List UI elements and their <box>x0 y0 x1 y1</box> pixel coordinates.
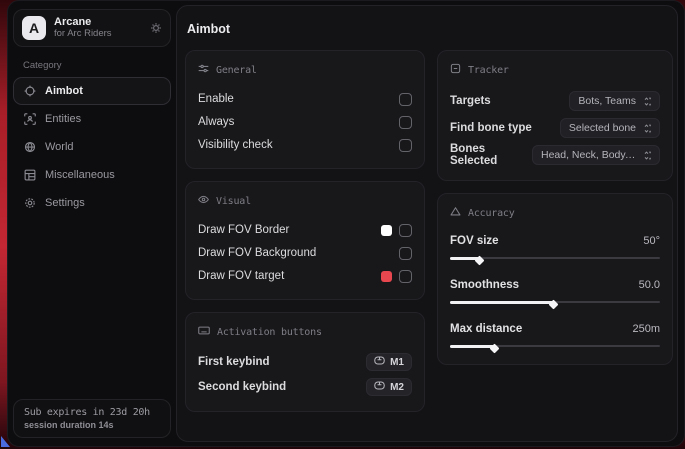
brand-title: Arcane <box>54 16 142 29</box>
smoothness-value: 50.0 <box>639 279 660 291</box>
keybind-row-second: Second keybind M2 <box>198 375 412 399</box>
setting-row-fov-border: Draw FOV Border <box>198 219 412 241</box>
sidebar-item-label: World <box>45 141 74 153</box>
sidebar-item-label: Miscellaneous <box>45 169 115 181</box>
fov-target-checkbox[interactable] <box>399 270 412 283</box>
visibility-check-checkbox[interactable] <box>399 139 412 152</box>
max-distance-slider[interactable] <box>450 342 660 350</box>
card-general: General Enable Always Visibility check <box>185 50 425 169</box>
entities-icon <box>24 113 36 125</box>
app-logo: A <box>22 16 46 40</box>
card-title: Accuracy <box>468 208 515 219</box>
card-title: Activation buttons <box>217 327 322 338</box>
tracker-row-find-bone: Find bone type Selected bone <box>450 115 660 141</box>
always-checkbox[interactable] <box>399 116 412 129</box>
sidebar-item-settings[interactable]: Settings <box>13 189 171 217</box>
slider-row-fov-size: FOV size 50° <box>450 231 660 262</box>
gear-icon <box>24 197 36 209</box>
tracker-row-targets: Targets Bots, Teams <box>450 88 660 114</box>
tracker-row-bones-selected: Bones Selected Head, Neck, Body, Pe.. <box>450 142 660 168</box>
setting-row-always: Always <box>198 111 412 133</box>
card-title: General <box>216 65 257 76</box>
brand-subtitle: for Arc Riders <box>54 29 142 40</box>
sidebar-item-world[interactable]: World <box>13 133 171 161</box>
page-title: Aimbot <box>187 22 669 36</box>
sidebar-item-miscellaneous[interactable]: Miscellaneous <box>13 161 171 189</box>
find-bone-type-dropdown[interactable]: Selected bone <box>560 118 660 138</box>
max-distance-value: 250m <box>632 323 660 335</box>
subscription-info: Sub expires in 23d 20h session duration … <box>13 399 171 438</box>
setting-row-visibility-check: Visibility check <box>198 134 412 156</box>
session-duration-text: session duration 14s <box>24 420 160 430</box>
fov-background-checkbox[interactable] <box>399 247 412 260</box>
sidebar-item-label: Aimbot <box>45 85 83 97</box>
enable-checkbox[interactable] <box>399 93 412 106</box>
sidebar: A Arcane for Arc Riders Category Aimbot <box>8 1 176 446</box>
grid-icon <box>24 169 36 181</box>
mouse-cursor <box>1 436 10 447</box>
category-label: Category <box>23 60 171 71</box>
color-swatch[interactable] <box>381 271 392 282</box>
crosshair-icon <box>24 85 36 97</box>
card-accuracy: Accuracy FOV size 50° <box>437 193 673 365</box>
mouse-icon <box>374 356 385 368</box>
slider-row-max-distance: Max distance 250m <box>450 319 660 350</box>
gear-icon[interactable] <box>150 22 162 34</box>
setting-row-fov-background: Draw FOV Background <box>198 242 412 264</box>
setting-row-enable: Enable <box>198 88 412 110</box>
keyboard-icon <box>198 323 210 341</box>
card-title: Visual <box>216 196 251 207</box>
first-keybind-button[interactable]: M1 <box>366 353 412 371</box>
world-icon <box>24 141 36 153</box>
card-visual: Visual Draw FOV Border Draw FOV Backgrou… <box>185 181 425 300</box>
setting-row-fov-target: Draw FOV target <box>198 265 412 287</box>
color-swatch[interactable] <box>381 225 392 236</box>
mouse-icon <box>374 381 385 393</box>
fov-border-checkbox[interactable] <box>399 224 412 237</box>
sidebar-item-label: Entities <box>45 113 81 125</box>
scan-icon <box>450 61 461 79</box>
eye-icon <box>198 192 209 210</box>
fov-size-value: 50° <box>643 235 660 247</box>
sliders-icon <box>198 61 209 79</box>
sidebar-item-aimbot[interactable]: Aimbot <box>13 77 171 105</box>
expand-icon <box>642 97 651 106</box>
card-tracker: Tracker Targets Bots, Teams <box>437 50 673 181</box>
bones-selected-dropdown[interactable]: Head, Neck, Body, Pe.. <box>532 145 660 165</box>
targets-dropdown[interactable]: Bots, Teams <box>569 91 660 111</box>
second-keybind-button[interactable]: M2 <box>366 378 412 396</box>
main-panel: Aimbot General Enable <box>176 5 678 442</box>
triangle-icon <box>450 204 461 222</box>
slider-row-smoothness: Smoothness 50.0 <box>450 275 660 306</box>
smoothness-slider[interactable] <box>450 298 660 306</box>
sub-expires-text: Sub expires in 23d 20h <box>24 407 160 418</box>
brand-header: A Arcane for Arc Riders <box>13 9 171 47</box>
sidebar-item-label: Settings <box>45 197 85 209</box>
keybind-row-first: First keybind M1 <box>198 350 412 374</box>
sidebar-item-entities[interactable]: Entities <box>13 105 171 133</box>
expand-icon <box>642 124 651 133</box>
brand-text: Arcane for Arc Riders <box>54 16 142 40</box>
card-activation-buttons: Activation buttons First keybind M1 <box>185 312 425 412</box>
card-title: Tracker <box>468 65 509 76</box>
fov-size-slider[interactable] <box>450 254 660 262</box>
app-window: A Arcane for Arc Riders Category Aimbot <box>7 0 685 447</box>
expand-icon <box>642 151 651 160</box>
